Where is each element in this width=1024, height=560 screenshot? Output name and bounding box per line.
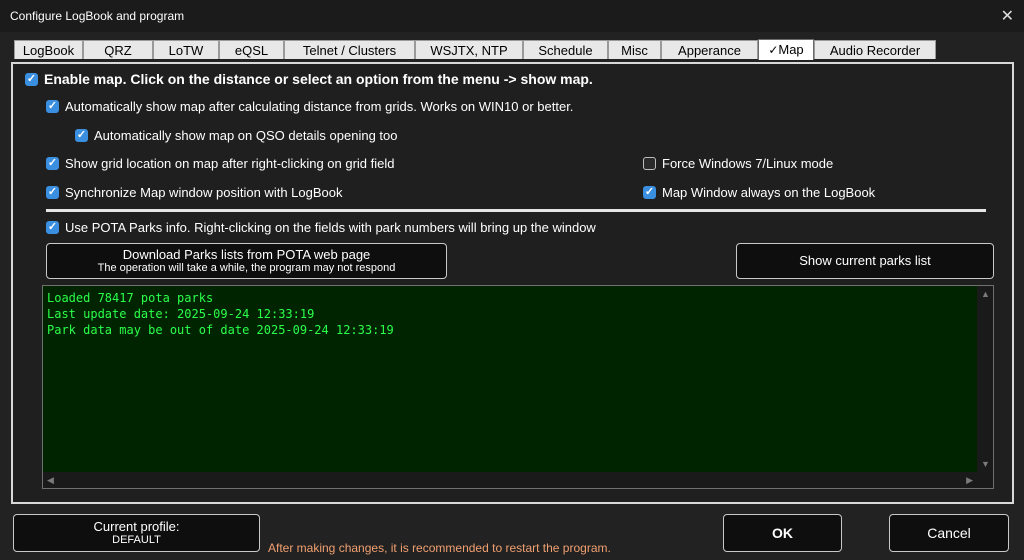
show-parks-list-button[interactable]: Show current parks list	[736, 243, 994, 279]
auto-show-map-qso-checkbox[interactable]: Automatically show map on QSO details op…	[75, 128, 398, 143]
tab-eqsl[interactable]: eQSL	[219, 40, 284, 59]
tab-schedule[interactable]: Schedule	[523, 40, 608, 59]
console-line: Last update date: 2025-09-24 12:33:19	[47, 307, 315, 321]
title-bar: Configure LogBook and program ✕	[0, 0, 1024, 32]
tab-wsjtx-ntp[interactable]: WSJTX, NTP	[415, 40, 523, 59]
tab-audio-recorder[interactable]: Audio Recorder	[814, 40, 936, 59]
tab-label: Audio Recorder	[829, 43, 921, 58]
vertical-scrollbar[interactable]: ▲ ▼	[977, 286, 993, 472]
use-pota-label: Use POTA Parks info. Right-clicking on t…	[65, 220, 596, 235]
profile-value: DEFAULT	[112, 534, 161, 546]
cancel-button[interactable]: Cancel	[889, 514, 1009, 552]
show-grid-location-checkbox[interactable]: Show grid location on map after right-cl…	[46, 156, 395, 171]
tab-label: Telnet / Clusters	[302, 43, 397, 58]
tab-misc[interactable]: Misc	[608, 40, 661, 59]
tab-label: Schedule	[538, 43, 593, 58]
ok-label: OK	[772, 525, 793, 541]
checkbox-checked-icon	[25, 72, 38, 86]
tab-label: LoTW	[168, 43, 204, 58]
download-parks-button[interactable]: Download Parks lists from POTA web page …	[46, 243, 447, 279]
enable-map-label: Enable map. Click on the distance or sel…	[44, 71, 593, 87]
tab-apperance[interactable]: Apperance	[661, 40, 758, 59]
force-win7-label: Force Windows 7/Linux mode	[662, 156, 834, 171]
checkbox-checked-icon	[46, 186, 59, 199]
log-console[interactable]: Loaded 78417 pota parks Last update date…	[42, 285, 994, 489]
show-parks-list-label: Show current parks list	[799, 253, 931, 268]
tab-label: Map	[778, 42, 804, 57]
sync-map-position-label: Synchronize Map window position with Log…	[65, 185, 343, 200]
horizontal-scrollbar[interactable]: ◀ ▶	[43, 472, 993, 488]
cancel-label: Cancel	[927, 525, 971, 541]
auto-show-map-qso-label: Automatically show map on QSO details op…	[94, 128, 398, 143]
checkbox-checked-icon	[75, 129, 88, 142]
download-parks-title: Download Parks lists from POTA web page	[122, 247, 371, 262]
scroll-down-icon[interactable]: ▼	[981, 459, 990, 469]
console-output: Loaded 78417 pota parks Last update date…	[47, 290, 394, 338]
tab-telnet-clusters[interactable]: Telnet / Clusters	[284, 40, 415, 59]
tab-map[interactable]: ✓Map	[758, 39, 814, 60]
enable-map-checkbox[interactable]: Enable map. Click on the distance or sel…	[25, 71, 593, 87]
tab-label: LogBook	[22, 43, 75, 58]
window-title: Configure LogBook and program	[10, 9, 185, 23]
tab-label: Misc	[621, 43, 648, 58]
auto-show-map-grids-label: Automatically show map after calculating…	[65, 99, 574, 114]
tab-label: eQSL	[234, 43, 269, 58]
show-grid-location-label: Show grid location on map after right-cl…	[65, 156, 395, 171]
console-line: Loaded 78417 pota parks	[47, 291, 214, 305]
checkbox-checked-icon	[46, 157, 59, 170]
scroll-up-icon[interactable]: ▲	[981, 289, 990, 299]
map-always-on-logbook-label: Map Window always on the LogBook	[662, 185, 876, 200]
sync-map-position-checkbox[interactable]: Synchronize Map window position with Log…	[46, 185, 343, 200]
tab-logbook[interactable]: LogBook	[14, 40, 83, 59]
current-profile-button[interactable]: Current profile: DEFAULT	[13, 514, 260, 552]
tab-qrz[interactable]: QRZ	[83, 40, 153, 59]
checkbox-unchecked-icon	[643, 157, 656, 170]
use-pota-checkbox[interactable]: Use POTA Parks info. Right-clicking on t…	[46, 220, 596, 235]
scroll-left-icon[interactable]: ◀	[47, 475, 54, 486]
download-parks-subtitle: The operation will take a while, the pro…	[97, 262, 396, 274]
force-win7-checkbox[interactable]: Force Windows 7/Linux mode	[643, 156, 833, 171]
close-icon[interactable]: ✕	[1001, 6, 1014, 26]
checkbox-checked-icon	[46, 221, 59, 234]
checkmark-icon: ✓	[768, 43, 779, 57]
console-line: Park data may be out of date 2025-09-24 …	[47, 323, 394, 337]
scroll-right-icon[interactable]: ▶	[966, 475, 973, 486]
restart-note: After making changes, it is recommended …	[268, 541, 611, 555]
profile-title: Current profile:	[93, 519, 180, 534]
checkbox-checked-icon	[643, 186, 656, 199]
ok-button[interactable]: OK	[723, 514, 842, 552]
checkbox-checked-icon	[46, 100, 59, 113]
map-always-on-logbook-checkbox[interactable]: Map Window always on the LogBook	[643, 185, 875, 200]
tab-label: QRZ	[104, 43, 132, 58]
tab-lotw[interactable]: LoTW	[153, 40, 219, 59]
tab-label: Apperance	[678, 43, 741, 58]
tab-label: WSJTX, NTP	[430, 43, 508, 58]
divider	[46, 209, 986, 212]
auto-show-map-grids-checkbox[interactable]: Automatically show map after calculating…	[46, 99, 573, 114]
